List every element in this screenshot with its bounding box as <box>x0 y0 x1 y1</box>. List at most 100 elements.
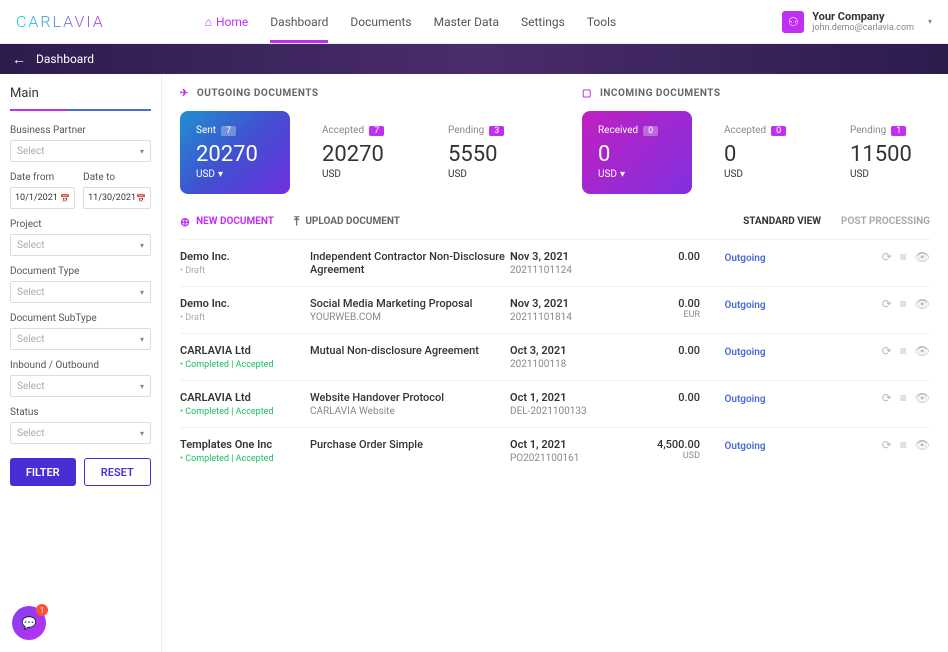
document-subtype-select[interactable]: Select <box>10 328 151 350</box>
nav-item-tools[interactable]: Tools <box>587 1 616 43</box>
reset-button[interactable]: RESET <box>84 458 152 486</box>
document-subtype-label: Document SubType <box>10 313 151 324</box>
doc-amount: 0.00 <box>630 344 700 357</box>
doc-title: Website Handover Protocol <box>310 391 510 404</box>
title-underline <box>10 109 151 111</box>
refresh-icon[interactable]: ⟳ <box>882 250 892 264</box>
table-row[interactable]: CARLAVIA Ltd • Completed | AcceptedWebsit… <box>180 380 930 427</box>
chevron-down-icon[interactable]: ▾ <box>218 169 223 180</box>
doc-direction: Outgoing <box>724 347 765 358</box>
new-document-button[interactable]: ⊕ NEW DOCUMENT <box>180 215 274 229</box>
eye-icon[interactable]: 👁 <box>915 438 930 452</box>
doc-company: Templates One Inc <box>180 438 310 451</box>
doc-status: • Completed | Accepted <box>180 454 310 464</box>
doc-direction: Outgoing <box>724 253 765 264</box>
doc-company: CARLAVIA Ltd <box>180 391 310 404</box>
doc-date: Oct 3, 2021 <box>510 344 630 357</box>
doc-company: CARLAVIA Ltd <box>180 344 310 357</box>
list-icon[interactable]: ≡ <box>900 297 907 311</box>
doc-reference: 20211101124 <box>510 265 630 276</box>
doc-title: Purchase Order Simple <box>310 438 510 451</box>
account-email: john.demo@carlavia.com <box>812 23 914 33</box>
nav-item-documents[interactable]: Documents <box>350 1 411 43</box>
filter-sidebar: Main Business Partner Select Date from 1… <box>0 74 162 652</box>
nav-item-master-data[interactable]: Master Data <box>434 1 499 43</box>
chevron-down-icon[interactable]: ▾ <box>620 169 625 180</box>
inbox-icon: ▢ <box>582 88 592 99</box>
project-select[interactable]: Select <box>10 234 151 256</box>
doc-amount: 0.00 <box>630 250 700 263</box>
refresh-icon[interactable]: ⟳ <box>882 297 892 311</box>
date-to-input[interactable]: 11/30/2021 <box>83 187 151 209</box>
doc-direction: Outgoing <box>724 300 765 311</box>
doc-direction: Outgoing <box>724 441 765 452</box>
doc-subtitle: CARLAVIA Website <box>310 406 510 417</box>
header-bar: ← Dashboard <box>0 44 948 74</box>
doc-reference: 2021100118 <box>510 359 630 370</box>
doc-company: Demo Inc. <box>180 250 310 263</box>
doc-currency: USD <box>630 451 700 461</box>
nav-item-home[interactable]: Home <box>205 1 249 43</box>
standard-view-tab[interactable]: STANDARD VIEW <box>743 216 821 227</box>
doc-date: Oct 1, 2021 <box>510 391 630 404</box>
outgoing-stats: ✈ OUTGOING DOCUMENTS Sent720270USD ▾Acce… <box>180 88 542 194</box>
status-label: Status <box>10 407 151 418</box>
user-icon: ⚇ <box>782 11 804 33</box>
doc-status: • Draft <box>180 313 310 323</box>
doc-reference: DEL-2021100133 <box>510 406 630 417</box>
project-label: Project <box>10 219 151 230</box>
upload-icon: ⤒ <box>294 214 299 229</box>
main-nav: Home Dashboard Documents Master Data Setting… <box>205 1 616 43</box>
back-arrow-icon[interactable]: ← <box>12 51 26 68</box>
table-row[interactable]: Demo Inc.• DraftIndependent Contractor N… <box>180 239 930 286</box>
filter-button[interactable]: FILTER <box>10 458 76 486</box>
account-name: Your Company <box>812 10 914 23</box>
doc-status: • Completed | Accepted <box>180 407 310 417</box>
date-from-input[interactable]: 10/1/2021 <box>10 187 75 209</box>
list-icon[interactable]: ≡ <box>900 344 907 358</box>
chat-bubble-button[interactable]: 💬 1 <box>12 606 46 640</box>
document-type-label: Document Type <box>10 266 151 277</box>
stat-card-sent: Sent720270USD ▾ <box>180 111 290 194</box>
plus-circle-icon: ⊕ <box>180 215 190 229</box>
outgoing-title: OUTGOING DOCUMENTS <box>197 88 319 99</box>
refresh-icon[interactable]: ⟳ <box>882 344 892 358</box>
doc-title: Social Media Marketing Proposal <box>310 297 510 310</box>
doc-title: Independent Contractor Non-Disclosure Ag… <box>310 250 510 276</box>
doc-amount: 0.00 <box>630 391 700 404</box>
upload-document-button[interactable]: ⤒ UPLOAD DOCUMENT <box>294 214 400 229</box>
topbar: CARLAVIA Home Dashboard Documents Master Da… <box>0 0 948 44</box>
stat-card-received: Received00USD ▾ <box>582 111 692 194</box>
post-processing-tab[interactable]: POST PROCESSING <box>841 216 930 227</box>
nav-item-dashboard[interactable]: Dashboard <box>270 1 328 43</box>
eye-icon[interactable]: 👁 <box>915 391 930 405</box>
doc-status: • Completed | Accepted <box>180 360 310 370</box>
account-widget[interactable]: ⚇ Your Company john.demo@carlavia.com ▾ <box>782 10 932 33</box>
brand-logo: CARLAVIA <box>16 12 105 31</box>
business-partner-label: Business Partner <box>10 125 151 136</box>
date-to-label: Date to <box>83 172 151 183</box>
list-icon[interactable]: ≡ <box>900 250 907 264</box>
date-from-label: Date from <box>10 172 75 183</box>
nav-item-settings[interactable]: Settings <box>521 1 565 43</box>
send-icon: ✈ <box>180 88 189 99</box>
doc-date: Nov 3, 2021 <box>510 250 630 263</box>
doc-date: Oct 1, 2021 <box>510 438 630 451</box>
table-row[interactable]: Templates One Inc • Completed | AcceptedP… <box>180 427 930 474</box>
table-row[interactable]: Demo Inc.• DraftSocial Media Marketing P… <box>180 286 930 333</box>
doc-amount: 4,500.00 <box>630 438 700 451</box>
doc-title: Mutual Non-disclosure Agreement <box>310 344 510 357</box>
status-select[interactable]: Select <box>10 422 151 444</box>
list-icon[interactable]: ≡ <box>900 438 907 452</box>
refresh-icon[interactable]: ⟳ <box>882 438 892 452</box>
business-partner-select[interactable]: Select <box>10 140 151 162</box>
eye-icon[interactable]: 👁 <box>915 297 930 311</box>
eye-icon[interactable]: 👁 <box>915 344 930 358</box>
eye-icon[interactable]: 👁 <box>915 250 930 264</box>
stat-card-accepted: Accepted720270USD <box>306 111 416 194</box>
inbound-outbound-select[interactable]: Select <box>10 375 151 397</box>
list-icon[interactable]: ≡ <box>900 391 907 405</box>
refresh-icon[interactable]: ⟳ <box>882 391 892 405</box>
table-row[interactable]: CARLAVIA Ltd • Completed | AcceptedMutual… <box>180 333 930 380</box>
document-type-select[interactable]: Select <box>10 281 151 303</box>
